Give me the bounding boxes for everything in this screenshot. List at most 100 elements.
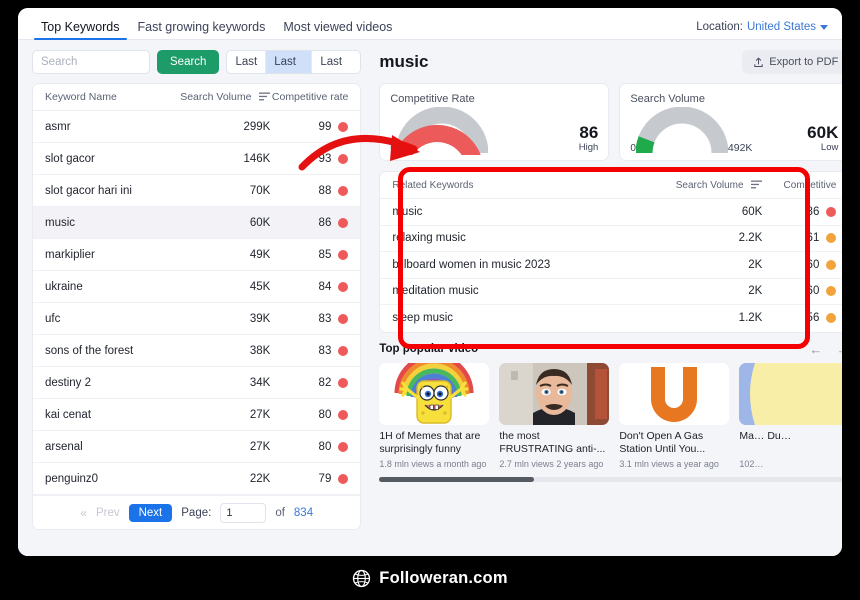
related-keyword-name: music bbox=[392, 206, 666, 218]
range-last-month[interactable]: Last Month bbox=[312, 51, 360, 73]
sort-icon bbox=[259, 92, 270, 101]
column-search-volume[interactable]: Search Volume bbox=[178, 91, 270, 103]
videos-title: Top popular video bbox=[379, 343, 478, 355]
video-card[interactable]: the most FRUSTRATING anti-... 2.7 mln vi… bbox=[499, 363, 609, 469]
first-page-button[interactable]: « bbox=[80, 506, 87, 520]
column-related-search-volume-label: Search Volume bbox=[676, 180, 744, 191]
video-card[interactable]: Don't Open A Gas Station Until You... 3.… bbox=[619, 363, 729, 469]
keyword-rate-value: 88 bbox=[319, 185, 332, 197]
video-thumbnail[interactable] bbox=[739, 363, 842, 425]
keyword-rate: 80 bbox=[270, 409, 348, 421]
video-card[interactable]: 1H of Memes that are surprisingly funny … bbox=[379, 363, 489, 469]
table-row[interactable]: markiplier 49K 85 bbox=[33, 239, 360, 271]
table-row[interactable]: kai cenat 27K 80 bbox=[33, 399, 360, 431]
column-related-search-volume[interactable]: Search Volume bbox=[666, 180, 762, 191]
keyword-volume: 39K bbox=[178, 313, 270, 325]
related-competitive-value: 86 bbox=[807, 206, 820, 218]
related-keyword-name: billboard women in music 2023 bbox=[392, 259, 666, 271]
keyword-name: ufc bbox=[45, 313, 178, 325]
keyword-rate: 80 bbox=[270, 441, 348, 453]
gauge-qualifier: Low bbox=[807, 142, 838, 153]
related-competitive-value: 60 bbox=[807, 259, 820, 271]
related-keyword-volume: 2K bbox=[666, 259, 762, 271]
table-row[interactable]: ufc 39K 83 bbox=[33, 303, 360, 335]
keyword-rate-value: 84 bbox=[319, 281, 332, 293]
table-row[interactable]: sleep music 1.2K 56 bbox=[380, 305, 842, 332]
video-meta: 102… bbox=[739, 459, 842, 469]
related-keyword-competitive: 86 bbox=[762, 206, 836, 218]
rate-dot bbox=[338, 154, 348, 164]
table-row[interactable]: music 60K 86 bbox=[380, 199, 842, 226]
table-row[interactable]: slot gacor 146K 93 bbox=[33, 143, 360, 175]
prev-page-button[interactable]: Prev bbox=[96, 507, 120, 519]
horizontal-scrollbar[interactable] bbox=[379, 477, 842, 482]
brand-name: Followeran.com bbox=[379, 569, 507, 588]
arrow-right-icon[interactable]: → bbox=[836, 342, 842, 357]
spongebob-thumb-art bbox=[379, 363, 489, 425]
rate-dot bbox=[338, 282, 348, 292]
table-row[interactable]: slot gacor hari ini 70K 88 bbox=[33, 175, 360, 207]
carousel-controls: ← → bbox=[809, 342, 842, 357]
keyword-name: ukraine bbox=[45, 281, 178, 293]
related-keyword-volume: 1.2K bbox=[666, 312, 762, 324]
rate-dot bbox=[338, 410, 348, 420]
table-row[interactable]: meditation music 2K 60 bbox=[380, 279, 842, 306]
keyword-name: slot gacor bbox=[45, 153, 178, 165]
date-range-segmented: Last Day Last Week Last Month bbox=[226, 50, 361, 74]
arrow-left-icon[interactable]: ← bbox=[809, 342, 822, 357]
table-row[interactable]: relaxing music 2.2K 61 bbox=[380, 226, 842, 253]
rate-dot bbox=[338, 346, 348, 356]
competitive-rate-gauge-card: Competitive Rate 0 86 High bbox=[379, 83, 609, 161]
table-row[interactable]: billboard women in music 2023 2K 60 bbox=[380, 252, 842, 279]
keyword-rate: 88 bbox=[270, 185, 348, 197]
video-thumbnail[interactable] bbox=[379, 363, 489, 425]
rate-dot bbox=[338, 474, 348, 484]
table-row[interactable]: arsenal 27K 80 bbox=[33, 431, 360, 463]
keyword-volume: 22K bbox=[178, 473, 270, 485]
right-panel: music Export to PDF Competitive Rate bbox=[371, 40, 842, 556]
related-keyword-name: sleep music bbox=[392, 312, 666, 324]
column-keyword-name: Keyword Name bbox=[45, 91, 178, 103]
video-card[interactable]: Ma… Du… 102… bbox=[739, 363, 842, 469]
export-to-pdf-button[interactable]: Export to PDF bbox=[742, 50, 842, 74]
range-last-day[interactable]: Last Day bbox=[227, 51, 266, 73]
scrollbar-thumb[interactable] bbox=[379, 477, 534, 482]
keyword-name: destiny 2 bbox=[45, 377, 178, 389]
page-number-input[interactable] bbox=[220, 503, 266, 523]
tab-fast-growing-keywords[interactable]: Fast growing keywords bbox=[129, 20, 275, 40]
table-row[interactable]: sons of the forest 38K 83 bbox=[33, 335, 360, 367]
range-last-week[interactable]: Last Week bbox=[266, 51, 312, 73]
upload-icon bbox=[753, 57, 764, 68]
column-competitive-rate: Competitive rate bbox=[270, 91, 348, 103]
search-button[interactable]: Search bbox=[157, 50, 219, 74]
related-competitive-value: 60 bbox=[807, 285, 820, 297]
table-row[interactable]: penguinz0 22K 79 bbox=[33, 463, 360, 495]
keyword-volume: 70K bbox=[178, 185, 270, 197]
gauge-body: 0 86 High bbox=[390, 107, 598, 155]
keyword-rate-value: 83 bbox=[319, 345, 332, 357]
related-keyword-name: meditation music bbox=[392, 285, 666, 297]
table-row[interactable]: ukraine 45K 84 bbox=[33, 271, 360, 303]
rate-dot bbox=[338, 218, 348, 228]
gauge-readout: 86 High bbox=[579, 124, 599, 155]
person-thumb-art bbox=[499, 363, 609, 425]
location-selector[interactable]: Location: United States bbox=[696, 21, 828, 40]
rate-dot bbox=[338, 442, 348, 452]
related-keyword-name: relaxing music bbox=[392, 232, 666, 244]
video-carousel[interactable]: 1H of Memes that are surprisingly funny … bbox=[379, 363, 842, 469]
rate-dot bbox=[338, 314, 348, 324]
video-thumbnail[interactable] bbox=[619, 363, 729, 425]
tab-most-viewed-videos[interactable]: Most viewed videos bbox=[274, 20, 401, 40]
table-row[interactable]: asmr 299K 99 bbox=[33, 111, 360, 143]
page-title: music bbox=[379, 52, 428, 72]
footer-bar: Followeran.com bbox=[0, 556, 860, 600]
table-row[interactable]: destiny 2 34K 82 bbox=[33, 367, 360, 399]
video-thumbnail[interactable] bbox=[499, 363, 609, 425]
keyword-volume: 38K bbox=[178, 345, 270, 357]
next-page-button[interactable]: Next bbox=[129, 504, 173, 522]
chevron-down-icon bbox=[820, 25, 828, 30]
search-input[interactable] bbox=[32, 50, 150, 74]
table-row[interactable]: music 60K 86 bbox=[33, 207, 360, 239]
related-table-header: Related Keywords Search Volume Competiti… bbox=[380, 172, 842, 199]
tab-top-keywords[interactable]: Top Keywords bbox=[32, 20, 129, 40]
